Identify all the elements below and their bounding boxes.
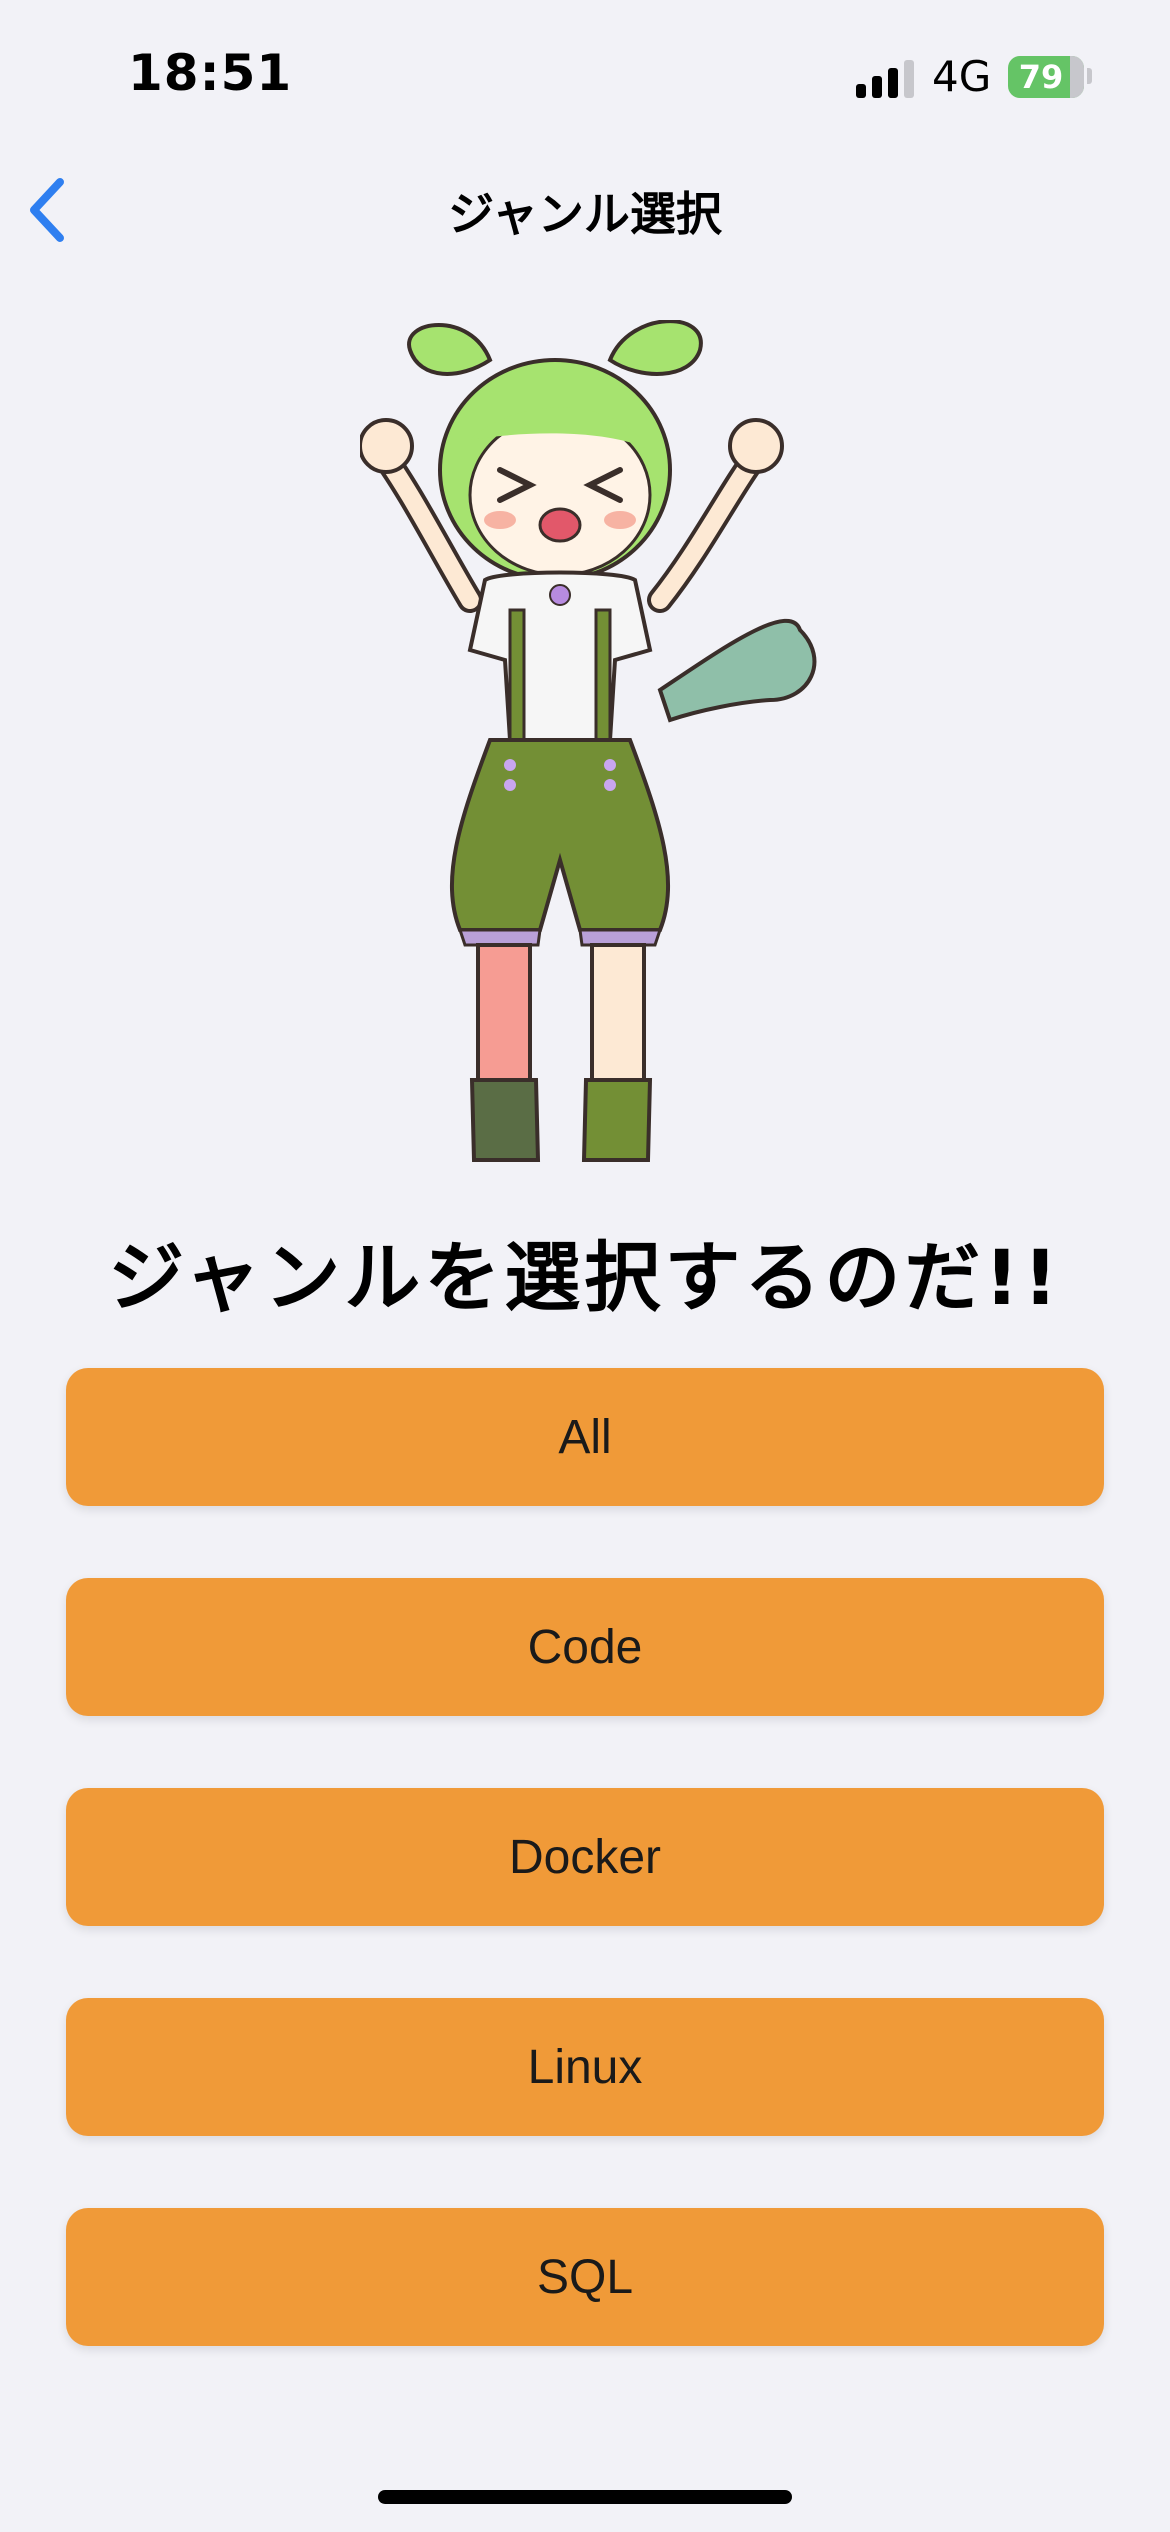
page-title: ジャンル選択	[448, 187, 722, 241]
battery-charging-icon: 79	[1008, 56, 1084, 98]
genre-prompt-heading: ジャンルを選択するのだ!!	[108, 1233, 1062, 1322]
home-indicator[interactable]	[378, 2490, 792, 2504]
genre-button-sql[interactable]: SQL	[66, 2208, 1104, 2346]
network-type: 4G	[932, 52, 992, 101]
navigation-bar: ジャンル選択	[0, 160, 1170, 256]
status-time: 18:51	[128, 44, 293, 102]
cellular-signal-icon	[856, 58, 916, 98]
battery-level: 79	[1018, 58, 1064, 96]
genre-button-docker[interactable]: Docker	[66, 1788, 1104, 1926]
mascot-illustration	[360, 320, 817, 1162]
genre-button-list: All Code Docker Linux SQL	[66, 1368, 1104, 2418]
status-bar: 18:51 4G 79	[0, 0, 1170, 150]
genre-button-code[interactable]: Code	[66, 1578, 1104, 1716]
genre-button-all[interactable]: All	[66, 1368, 1104, 1506]
genre-button-linux[interactable]: Linux	[66, 1998, 1104, 2136]
battery-cap	[1087, 68, 1092, 84]
